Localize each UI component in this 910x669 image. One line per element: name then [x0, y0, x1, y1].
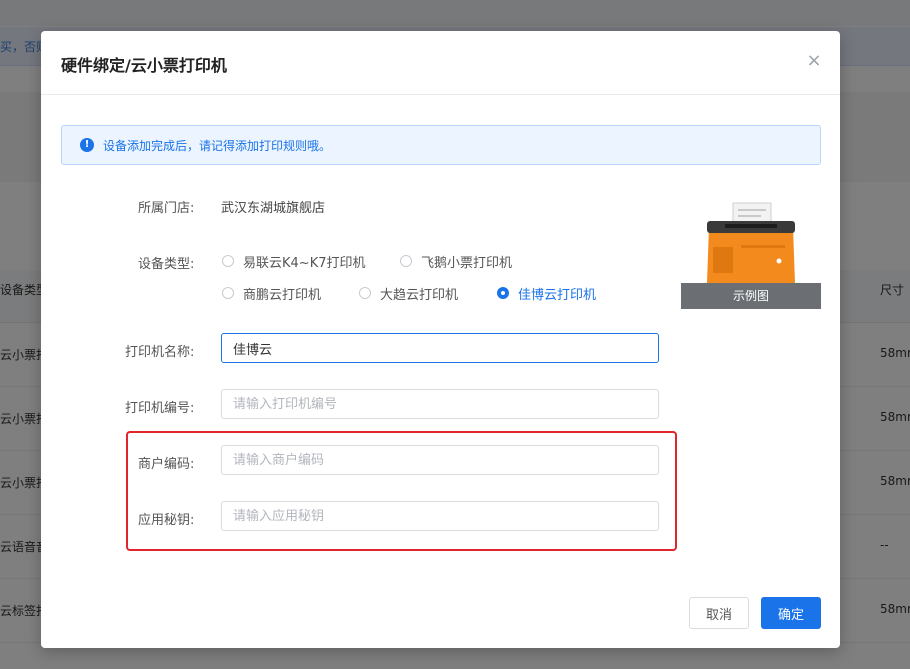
- radio-label: 大趋云打印机: [380, 287, 459, 303]
- hardware-binding-dialog: 硬件绑定/云小票打印机 × ! 设备添加完成后，请记得添加打印规则哦。 所属门店…: [41, 31, 840, 648]
- app-secret-input[interactable]: [221, 501, 659, 531]
- merchant-code-label: 商户编码:: [138, 457, 195, 472]
- printer-image-icon: [707, 202, 795, 283]
- printer-preview: 示例图: [681, 197, 821, 309]
- app-secret-label: 应用秘钥:: [138, 513, 195, 528]
- info-alert: ! 设备添加完成后，请记得添加打印规则哦。: [61, 125, 821, 165]
- radio-label: 商鹏云打印机: [243, 287, 322, 303]
- printer-number-label: 打印机编号:: [125, 401, 195, 416]
- printer-name-input[interactable]: [221, 333, 659, 363]
- confirm-button[interactable]: 确定: [761, 597, 821, 629]
- dialog-header-divider: [41, 94, 840, 95]
- radio-label: 飞鹅小票打印机: [421, 255, 513, 271]
- radio-circle: [400, 255, 412, 267]
- radio-circle: [222, 287, 234, 299]
- printer-name-label: 打印机名称:: [125, 345, 195, 360]
- radio-label: 易联云K4~K7打印机: [243, 255, 366, 271]
- printer-number-input[interactable]: [221, 389, 659, 419]
- radio-feie[interactable]: 飞鹅小票打印机: [400, 252, 513, 271]
- radio-circle: [222, 255, 234, 267]
- store-label: 所属门店:: [138, 201, 195, 216]
- radio-circle: [359, 287, 371, 299]
- dialog-title: 硬件绑定/云小票打印机: [61, 56, 227, 75]
- info-alert-text: 设备添加完成后，请记得添加打印规则哦。: [103, 139, 332, 153]
- radio-jiabo[interactable]: 佳博云打印机: [497, 284, 597, 303]
- radio-circle-selected: [497, 287, 509, 299]
- radio-label: 佳博云打印机: [518, 287, 597, 303]
- device-type-label: 设备类型:: [138, 257, 195, 272]
- close-icon[interactable]: ×: [803, 50, 825, 72]
- radio-shangpeng[interactable]: 商鹏云打印机: [222, 284, 322, 303]
- store-value: 武汉东湖城旗舰店: [221, 201, 326, 216]
- radio-daqu[interactable]: 大趋云打印机: [359, 284, 459, 303]
- cancel-button[interactable]: 取消: [689, 597, 749, 629]
- preview-caption: 示例图: [681, 283, 821, 309]
- info-icon: !: [80, 138, 94, 152]
- merchant-code-input[interactable]: [221, 445, 659, 475]
- radio-yilianyun[interactable]: 易联云K4~K7打印机: [222, 252, 366, 271]
